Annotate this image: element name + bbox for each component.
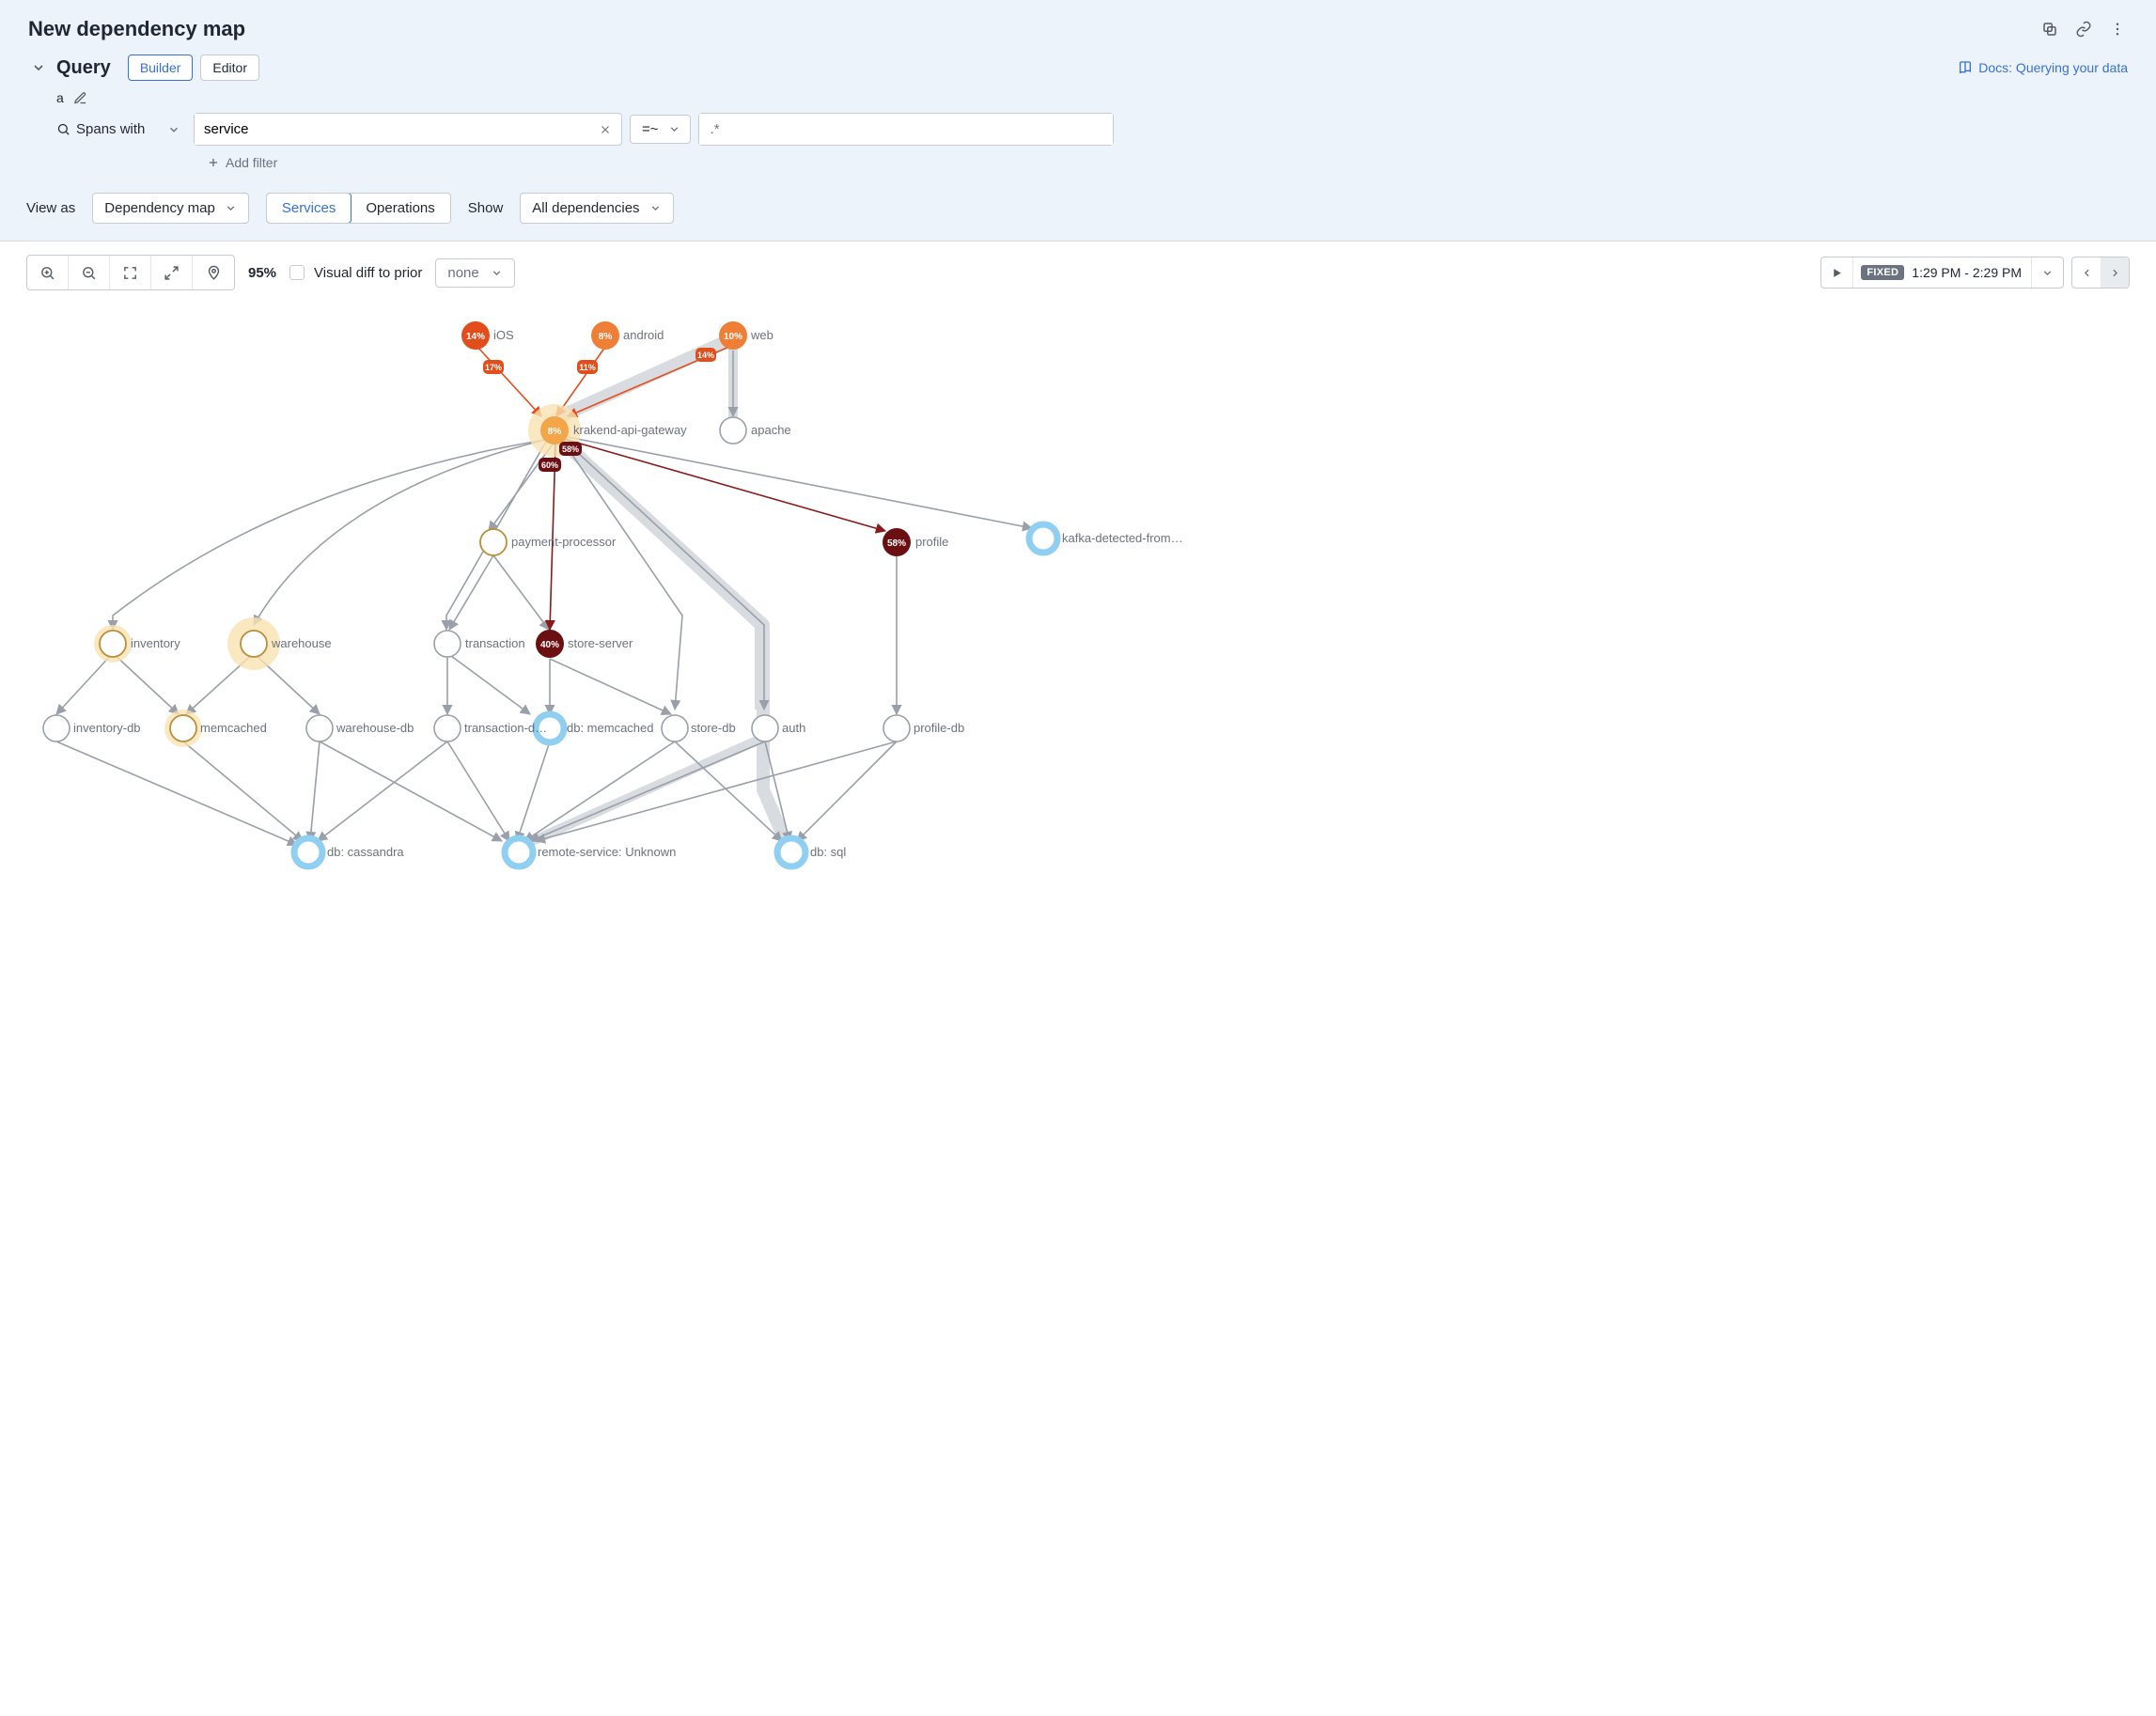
node-label[interactable]: warehouse-db — [336, 721, 414, 735]
node-label[interactable]: inventory-db — [73, 721, 141, 735]
show-label: Show — [468, 200, 504, 216]
node-label[interactable]: iOS — [493, 328, 514, 342]
node-label[interactable]: inventory — [131, 636, 180, 650]
prev-range-button[interactable] — [2072, 257, 2101, 288]
page-title: New dependency map — [28, 17, 245, 41]
node-label[interactable]: profile — [915, 535, 948, 549]
spans-dropdown-icon[interactable] — [167, 123, 180, 136]
node-label[interactable]: db: sql — [810, 845, 846, 859]
node-label[interactable]: transaction-d… — [464, 721, 547, 735]
node-label[interactable]: kafka-detected-from… — [1062, 531, 1183, 545]
zoom-percent: 95% — [248, 265, 276, 281]
fit-screen-icon[interactable] — [110, 256, 151, 289]
query-heading: Query — [56, 57, 111, 79]
svg-text:8%: 8% — [548, 427, 562, 437]
node-label[interactable]: store-db — [691, 721, 736, 735]
segment-services[interactable]: Services — [266, 193, 352, 224]
view-as-label: View as — [26, 200, 75, 216]
operator-select[interactable]: =~ — [630, 115, 691, 144]
time-range[interactable]: 1:29 PM - 2:29 PM — [1912, 265, 2031, 280]
clear-field-icon[interactable] — [589, 123, 621, 136]
node-label[interactable]: web — [751, 328, 773, 342]
chevron-down-icon — [668, 123, 680, 135]
fixed-chip: FIXED — [1861, 265, 1904, 280]
next-range-button[interactable] — [2101, 257, 2129, 288]
show-select[interactable]: All dependencies — [520, 193, 673, 224]
chevron-down-icon — [649, 202, 662, 214]
filter-value-input[interactable] — [699, 114, 1113, 145]
plus-icon — [207, 156, 220, 169]
tab-editor[interactable]: Editor — [200, 55, 259, 81]
svg-text:58%: 58% — [887, 538, 906, 549]
svg-text:40%: 40% — [540, 640, 559, 650]
svg-text:14%: 14% — [697, 351, 714, 360]
spans-with-label: Spans with — [76, 121, 145, 137]
node-label[interactable]: apache — [751, 423, 791, 437]
docs-link[interactable]: Docs: Querying your data — [1958, 60, 2128, 75]
node-label[interactable]: profile-db — [914, 721, 964, 735]
visual-diff-select[interactable]: none — [435, 258, 514, 288]
segment-operations[interactable]: Operations — [351, 194, 449, 223]
node-label[interactable]: payment-processor — [511, 535, 616, 549]
node-label[interactable]: remote-service: Unknown — [538, 845, 676, 859]
node-label[interactable]: android — [623, 328, 664, 342]
link-icon[interactable] — [2073, 19, 2094, 39]
svg-text:17%: 17% — [485, 363, 502, 372]
time-range-dropdown[interactable] — [2031, 257, 2063, 288]
copy-icon[interactable] — [2039, 19, 2060, 39]
svg-text:14%: 14% — [466, 332, 485, 342]
book-icon — [1958, 60, 1973, 75]
query-key: a — [56, 90, 64, 105]
filter-field-input[interactable] — [195, 114, 589, 145]
visual-diff-checkbox[interactable] — [289, 265, 305, 280]
view-as-select[interactable]: Dependency map — [92, 193, 249, 224]
tab-builder[interactable]: Builder — [128, 55, 194, 81]
svg-text:58%: 58% — [562, 445, 579, 454]
play-button[interactable] — [1821, 257, 1853, 288]
svg-text:8%: 8% — [599, 332, 613, 342]
svg-text:60%: 60% — [541, 460, 558, 470]
svg-text:11%: 11% — [579, 363, 596, 372]
node-label[interactable]: db: memcached — [567, 721, 654, 735]
node-label[interactable]: krakend-api-gateway — [573, 423, 687, 437]
dependency-map-canvas[interactable]: 14% 8% 10% 8% 58% 40% 17% 11% 14% 60% 58… — [0, 296, 2156, 897]
node-label[interactable]: warehouse — [272, 636, 332, 650]
node-label[interactable]: db: cassandra — [327, 845, 404, 859]
locate-icon[interactable] — [193, 256, 234, 289]
chevron-down-icon — [225, 202, 237, 214]
chevron-down-icon — [491, 267, 503, 279]
zoom-in-icon[interactable] — [27, 256, 69, 289]
add-filter-button[interactable]: Add filter — [207, 155, 2128, 170]
zoom-out-icon[interactable] — [69, 256, 110, 289]
collapse-toggle-icon[interactable] — [28, 57, 49, 78]
node-label[interactable]: transaction — [465, 636, 525, 650]
more-icon[interactable] — [2107, 19, 2128, 39]
search-icon — [56, 122, 70, 136]
node-label[interactable]: store-server — [568, 636, 633, 650]
svg-text:10%: 10% — [724, 332, 742, 342]
visual-diff-label: Visual diff to prior — [314, 265, 422, 281]
node-label[interactable]: memcached — [200, 721, 267, 735]
node-label[interactable]: auth — [782, 721, 805, 735]
edit-icon[interactable] — [73, 91, 87, 105]
expand-icon[interactable] — [151, 256, 193, 289]
docs-link-label: Docs: Querying your data — [1978, 60, 2128, 75]
